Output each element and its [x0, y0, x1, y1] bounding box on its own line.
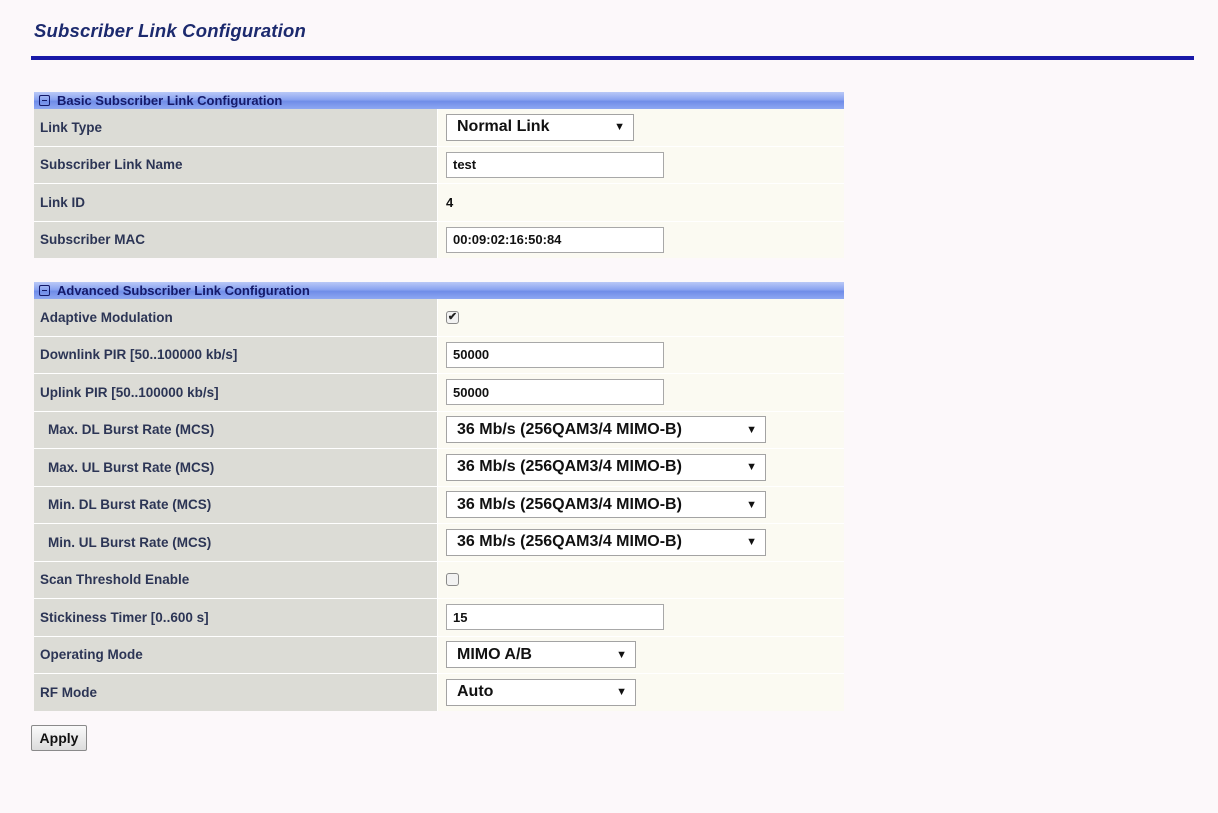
stickiness-timer-row: Stickiness Timer [0..600 s]: [34, 598, 844, 636]
max-ul-burst-value: 36 Mb/s (256QAM3/4 MIMO-B): [457, 458, 682, 476]
downlink-pir-input[interactable]: [446, 341, 664, 368]
max-ul-burst-row: Max. UL Burst Rate (MCS) 36 Mb/s (256QAM…: [34, 448, 844, 486]
link-id-label: Link ID: [34, 184, 438, 221]
min-dl-burst-row: Min. DL Burst Rate (MCS) 36 Mb/s (256QAM…: [34, 485, 844, 523]
caret-down-icon: ▼: [614, 121, 625, 134]
caret-down-icon: ▼: [746, 423, 757, 436]
min-dl-burst-label: Min. DL Burst Rate (MCS): [34, 486, 438, 523]
rf-mode-value: Auto: [457, 683, 494, 701]
link-type-value: Normal Link: [457, 118, 550, 136]
caret-down-icon: ▼: [746, 498, 757, 511]
stickiness-timer-label: Stickiness Timer [0..600 s]: [34, 599, 438, 636]
max-dl-burst-row: Max. DL Burst Rate (MCS) 36 Mb/s (256QAM…: [34, 410, 844, 448]
max-dl-burst-select[interactable]: 36 Mb/s (256QAM3/4 MIMO-B) ▼: [446, 416, 766, 444]
max-dl-burst-value: 36 Mb/s (256QAM3/4 MIMO-B): [457, 420, 682, 438]
basic-section-title: Basic Subscriber Link Configuration: [57, 93, 283, 108]
min-dl-burst-select[interactable]: 36 Mb/s (256QAM3/4 MIMO-B) ▼: [446, 491, 766, 519]
title-divider: [31, 56, 1194, 60]
scan-threshold-checkbox[interactable]: [446, 573, 459, 587]
mac-row: Subscriber MAC: [34, 220, 844, 258]
advanced-config-section: Advanced Subscriber Link Configuration A…: [34, 282, 844, 711]
uplink-pir-row: Uplink PIR [50..100000 kb/s]: [34, 373, 844, 411]
operating-mode-row: Operating Mode MIMO A/B ▼: [34, 635, 844, 673]
rf-mode-select[interactable]: Auto ▼: [446, 678, 636, 706]
adaptive-modulation-checkbox[interactable]: ✔: [446, 310, 459, 324]
uplink-pir-input[interactable]: [446, 379, 664, 406]
scan-threshold-row: Scan Threshold Enable: [34, 560, 844, 598]
basic-section-header[interactable]: Basic Subscriber Link Configuration: [34, 92, 844, 109]
rf-mode-label: RF Mode: [34, 674, 438, 711]
min-ul-burst-value: 36 Mb/s (256QAM3/4 MIMO-B): [457, 533, 682, 551]
link-id-value: 4: [438, 184, 844, 221]
caret-down-icon: ▼: [746, 461, 757, 474]
downlink-pir-row: Downlink PIR [50..100000 kb/s]: [34, 335, 844, 373]
min-ul-burst-select[interactable]: 36 Mb/s (256QAM3/4 MIMO-B) ▼: [446, 528, 766, 556]
max-dl-burst-label: Max. DL Burst Rate (MCS): [34, 411, 438, 448]
max-ul-burst-select[interactable]: 36 Mb/s (256QAM3/4 MIMO-B) ▼: [446, 453, 766, 481]
stickiness-timer-input[interactable]: [446, 604, 664, 631]
advanced-section-title: Advanced Subscriber Link Configuration: [57, 283, 310, 298]
operating-mode-select[interactable]: MIMO A/B ▼: [446, 641, 636, 669]
operating-mode-value: MIMO A/B: [457, 645, 532, 663]
link-type-row: Link Type Normal Link ▼: [34, 109, 844, 146]
basic-config-section: Basic Subscriber Link Configuration Link…: [34, 92, 844, 258]
scan-threshold-label: Scan Threshold Enable: [34, 561, 438, 598]
link-type-label: Link Type: [34, 109, 438, 146]
min-ul-burst-row: Min. UL Burst Rate (MCS) 36 Mb/s (256QAM…: [34, 523, 844, 561]
caret-down-icon: ▼: [746, 536, 757, 549]
checkmark-icon: ✔: [447, 310, 458, 323]
downlink-pir-label: Downlink PIR [50..100000 kb/s]: [34, 336, 438, 373]
adaptive-modulation-label: Adaptive Modulation: [34, 299, 438, 336]
min-dl-burst-value: 36 Mb/s (256QAM3/4 MIMO-B): [457, 495, 682, 513]
link-id-row: Link ID 4: [34, 183, 844, 221]
apply-button[interactable]: Apply: [31, 725, 87, 751]
link-name-row: Subscriber Link Name: [34, 145, 844, 183]
max-ul-burst-label: Max. UL Burst Rate (MCS): [34, 449, 438, 486]
link-type-select[interactable]: Normal Link ▼: [446, 113, 634, 141]
page-title: Subscriber Link Configuration: [34, 20, 307, 41]
operating-mode-label: Operating Mode: [34, 636, 438, 673]
rf-mode-row: RF Mode Auto ▼: [34, 673, 844, 711]
link-name-label: Subscriber Link Name: [34, 146, 438, 183]
caret-down-icon: ▼: [616, 686, 627, 699]
adaptive-modulation-row: Adaptive Modulation ✔: [34, 299, 844, 336]
collapse-icon[interactable]: [39, 95, 50, 106]
min-ul-burst-label: Min. UL Burst Rate (MCS): [34, 524, 438, 561]
uplink-pir-label: Uplink PIR [50..100000 kb/s]: [34, 374, 438, 411]
advanced-section-header[interactable]: Advanced Subscriber Link Configuration: [34, 282, 844, 299]
link-name-input[interactable]: [446, 151, 664, 178]
collapse-icon[interactable]: [39, 285, 50, 296]
caret-down-icon: ▼: [616, 648, 627, 661]
mac-label: Subscriber MAC: [34, 221, 438, 258]
mac-input[interactable]: [446, 226, 664, 253]
